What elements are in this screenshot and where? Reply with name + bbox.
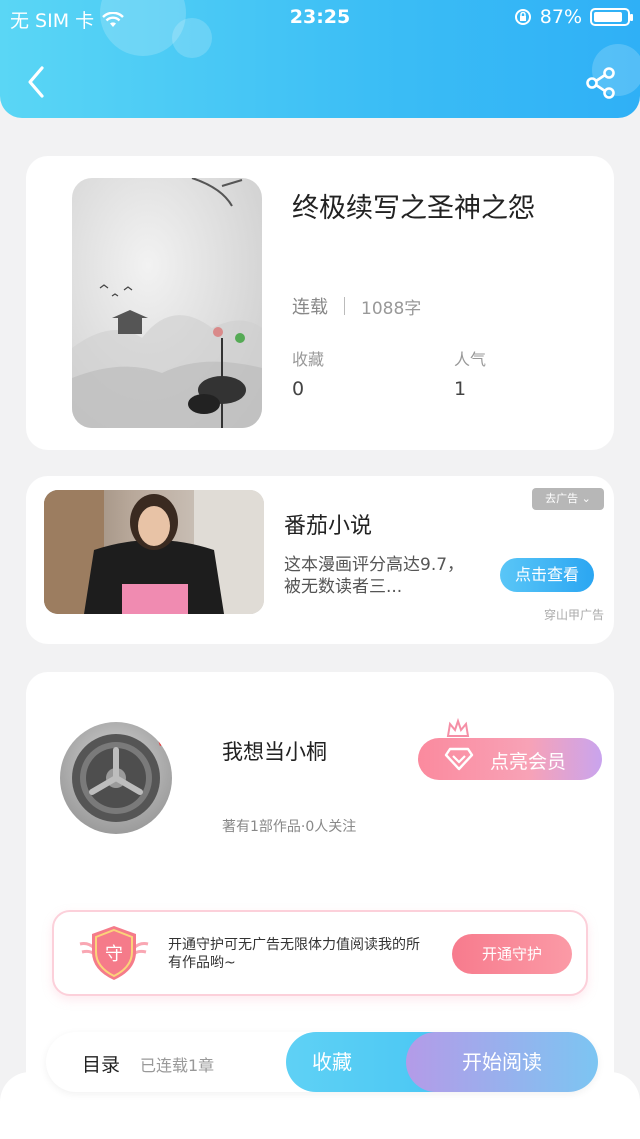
word-count: 1088字 (361, 298, 422, 319)
stat-label: 人气 (454, 350, 487, 369)
ad-title: 番茄小说 (284, 514, 373, 539)
book-status: 连载 (292, 297, 328, 318)
stat-favorites: 收藏 0 (292, 346, 324, 400)
share-icon[interactable] (584, 66, 618, 100)
ad-person-photo (44, 490, 264, 614)
remove-ad-button[interactable]: 去广告 ⌄ (532, 488, 604, 510)
ink-landscape-illustration (72, 178, 262, 428)
battery-level (594, 12, 622, 22)
divider (344, 297, 345, 315)
author-avatar[interactable] (60, 722, 172, 834)
battery-icon (590, 8, 633, 26)
ad-description: 这本漫画评分高达9.7，被无数读者三... (284, 555, 465, 597)
battery-percent: 87% (539, 6, 582, 28)
guard-badge-text: 守 (105, 944, 123, 965)
ad-image[interactable] (44, 490, 264, 614)
toc-button[interactable]: 目录 (82, 1050, 120, 1077)
guard-banner[interactable]: 守 开通守护可无广告无限体力值阅读我的所有作品哟~ 开通守护 (52, 910, 588, 996)
back-chevron-icon[interactable] (22, 62, 52, 102)
stat-value: 1 (454, 378, 467, 400)
stat-value: 0 (292, 378, 305, 400)
rotation-lock-icon (514, 9, 531, 25)
carrier-label: 无 SIM 卡 (10, 10, 95, 32)
open-guard-button[interactable]: 开通守护 (452, 934, 572, 974)
author-info: 著有1部作品·0人关注 (222, 819, 357, 835)
stat-label: 收藏 (292, 350, 325, 369)
guard-text: 开通守护可无广告无限体力值阅读我的所有作品哟~ (168, 937, 420, 971)
author-name: 我想当小桐 (222, 740, 327, 764)
stat-popularity: 人气 1 (454, 346, 486, 400)
header-bar: 23:25 无 SIM 卡 87% (0, 0, 640, 118)
book-title: 终极续写之圣神之怨 (292, 193, 535, 224)
wifi-icon (102, 11, 124, 27)
crown-icon (446, 718, 470, 737)
start-reading-button[interactable]: 开始阅读 (406, 1032, 598, 1092)
vip-button[interactable]: 点亮会员 (418, 738, 602, 780)
vip-button-wrapper[interactable]: 点亮会员 (418, 718, 602, 780)
chapter-status: 已连载1章 (140, 1056, 215, 1075)
ad-view-button[interactable]: 点击查看 (500, 558, 594, 592)
gear-icon (72, 734, 168, 822)
book-meta: 连载 1088字 (292, 293, 421, 319)
vip-button-label: 点亮会员 (490, 751, 567, 773)
guard-shield-icon: 守 (79, 926, 149, 980)
diamond-icon (444, 747, 474, 771)
ad-card[interactable]: 去广告 ⌄ 番茄小说 这本漫画评分高达9.7，被无数读者三... 点击查看 穿山… (26, 476, 614, 644)
ad-source-label: 穿山甲广告 (543, 608, 604, 622)
book-info-card: 终极续写之圣神之怨 连载 1088字 收藏 0 人气 1 (26, 156, 614, 450)
status-bar: 23:25 无 SIM 卡 87% (0, 6, 640, 34)
book-cover-image[interactable] (72, 178, 262, 428)
bottom-action-bar: 目录 已连载1章 收藏 开始阅读 (46, 1032, 598, 1092)
